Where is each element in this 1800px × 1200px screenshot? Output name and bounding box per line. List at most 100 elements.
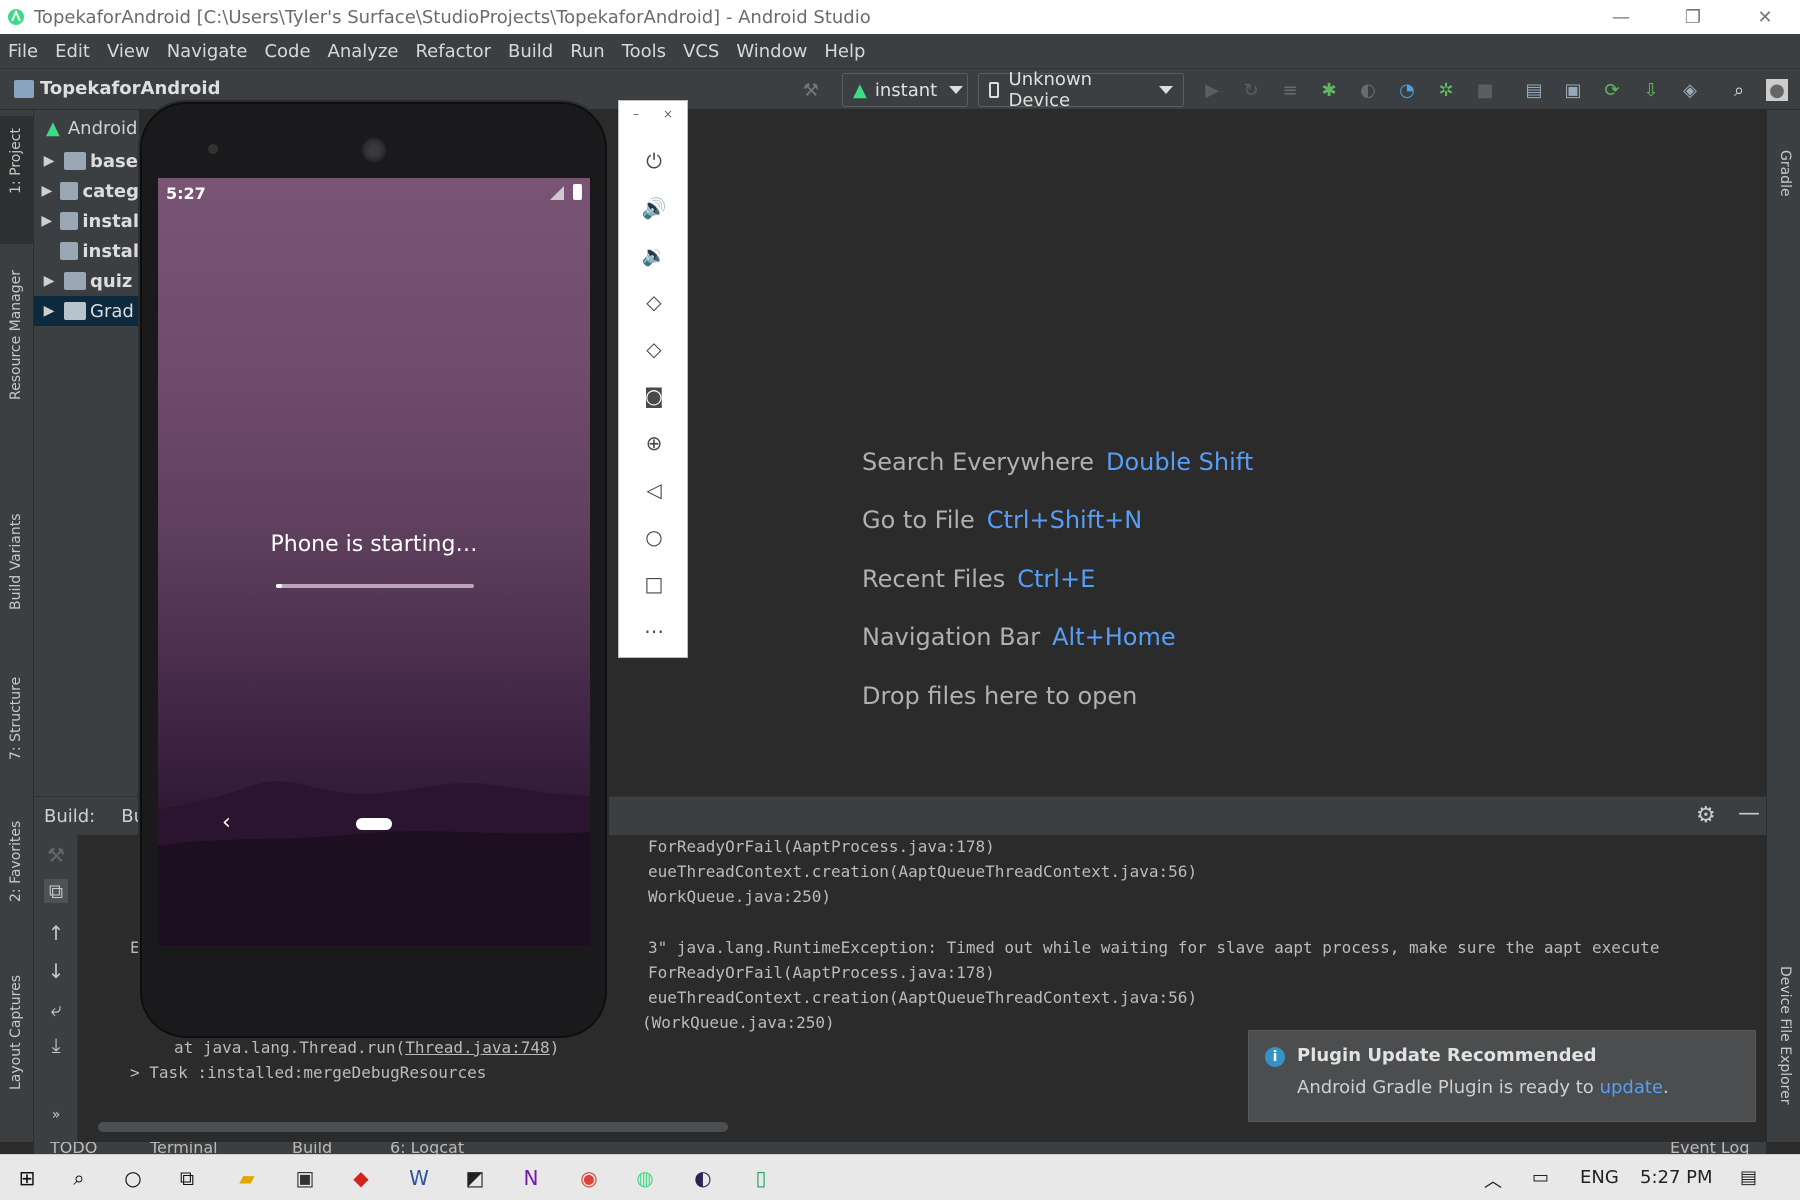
tree-item[interactable]: ▶ categ	[34, 176, 139, 206]
word-icon[interactable]: W	[404, 1163, 434, 1193]
horizontal-scrollbar[interactable]	[98, 1122, 728, 1132]
language-indicator[interactable]: ENG	[1580, 1167, 1619, 1188]
menu-navigate[interactable]: Navigate	[167, 41, 248, 62]
file-explorer-icon[interactable]: ▰	[232, 1163, 262, 1193]
expand-arrow-icon[interactable]: ▶	[34, 213, 60, 229]
back-icon[interactable]: ◁	[640, 476, 668, 504]
rotate-left-icon[interactable]: ◇	[640, 288, 668, 316]
menu-edit[interactable]: Edit	[55, 41, 90, 62]
volume-up-icon[interactable]: 🔊	[640, 194, 668, 222]
search-icon[interactable]: ⌕	[64, 1163, 94, 1193]
run-icon[interactable]: ▶	[1201, 79, 1223, 101]
sticky-notes-icon[interactable]: ◩	[460, 1163, 490, 1193]
chrome-icon[interactable]: ◉	[574, 1163, 604, 1193]
menu-help[interactable]: Help	[824, 41, 865, 62]
tab-build-variants[interactable]: Build Variants	[8, 513, 24, 610]
menu-analyze[interactable]: Analyze	[328, 41, 399, 62]
tab-layout-captures[interactable]: Layout Captures	[8, 975, 24, 1090]
layout-inspector-icon[interactable]: ◈	[1679, 79, 1701, 101]
clock[interactable]: 5:27 PM	[1640, 1167, 1713, 1188]
tree-item[interactable]: instal	[34, 236, 139, 266]
more-options-icon[interactable]: ⋯	[640, 617, 668, 645]
menu-window[interactable]: Window	[736, 41, 807, 62]
emulator-taskbar-icon[interactable]: ▯	[746, 1163, 776, 1193]
minimize-button[interactable]: —	[1588, 0, 1654, 34]
emulator-close-button[interactable]: ×	[663, 107, 673, 121]
avd-manager-icon[interactable]: ▣	[1562, 79, 1584, 101]
device-select[interactable]: Unknown Device	[978, 69, 1184, 111]
power-icon[interactable]: ⏻	[640, 147, 668, 175]
debug-icon[interactable]: ✱	[1318, 79, 1340, 101]
tree-item[interactable]: ▶ quiz	[34, 266, 139, 296]
expand-arrow-icon[interactable]: ▶	[34, 303, 64, 319]
hammer-icon[interactable]: ⚒	[44, 843, 68, 867]
tab-logcat[interactable]: 6: Logcat	[390, 1142, 464, 1154]
battery-icon[interactable]: ▭	[1532, 1167, 1549, 1188]
close-button[interactable]: ✕	[1732, 0, 1798, 34]
tab-structure[interactable]: 7: Structure	[8, 677, 24, 760]
user-icon[interactable]: ●	[1766, 79, 1788, 101]
project-structure-icon[interactable]: ▤	[1523, 79, 1545, 101]
update-link[interactable]: update	[1600, 1077, 1663, 1098]
expand-arrow-icon[interactable]: ▶	[34, 273, 64, 289]
attach-debugger-icon[interactable]: ✲	[1435, 79, 1457, 101]
menu-vcs[interactable]: VCS	[683, 41, 719, 62]
tab-todo[interactable]: TODO	[50, 1142, 97, 1154]
scroll-to-end-icon[interactable]: ⤓	[44, 1033, 68, 1057]
stop-icon[interactable]: ■	[1474, 79, 1496, 101]
more-icon[interactable]: »	[44, 1107, 68, 1131]
tree-item[interactable]: ▶ Grad	[34, 296, 139, 326]
rotate-right-icon[interactable]: ◇	[640, 335, 668, 363]
run-config-select[interactable]: ▲ instant	[842, 73, 968, 107]
menu-tools[interactable]: Tools	[622, 41, 666, 62]
sync-gradle-icon[interactable]: ⟳	[1601, 79, 1623, 101]
onenote-icon[interactable]: N	[516, 1163, 546, 1193]
nav-home-pill[interactable]	[356, 818, 392, 830]
nav-back-icon[interactable]: ‹	[222, 810, 231, 835]
apply-changes-icon[interactable]: ↻	[1240, 79, 1262, 101]
emulator-minimize-button[interactable]: –	[633, 107, 639, 121]
android-studio-taskbar-icon[interactable]: ◍	[630, 1163, 660, 1193]
windows-start-icon[interactable]: ⊞	[12, 1163, 42, 1193]
project-view-header[interactable]: ▲ Android	[34, 110, 139, 146]
menu-view[interactable]: View	[107, 41, 150, 62]
home-icon[interactable]: ○	[640, 523, 668, 551]
stacktrace-link[interactable]: Thread.java:748	[405, 1038, 550, 1057]
tree-item[interactable]: ▶ instal	[34, 206, 139, 236]
notifications-icon[interactable]: ▤	[1740, 1167, 1757, 1188]
menu-build[interactable]: Build	[508, 41, 553, 62]
tab-favorites[interactable]: 2: Favorites	[8, 821, 24, 902]
coverage-icon[interactable]: ◐	[1357, 79, 1379, 101]
search-icon[interactable]: ⌕	[1728, 79, 1750, 101]
expand-arrow-icon[interactable]: ▶	[34, 183, 60, 199]
sdk-manager-icon[interactable]: ⇩	[1640, 79, 1662, 101]
expand-arrow-icon[interactable]: ▶	[34, 153, 64, 169]
tab-gradle[interactable]: Gradle	[1777, 150, 1793, 197]
arrow-up-icon[interactable]: ↑	[44, 921, 68, 945]
store-icon[interactable]: ▣	[290, 1163, 320, 1193]
tab-event-log[interactable]: Event Log	[1670, 1142, 1750, 1154]
cortana-icon[interactable]: ○	[118, 1163, 148, 1193]
tab-terminal[interactable]: Terminal	[150, 1142, 218, 1154]
restore-button[interactable]: ❐	[1660, 0, 1726, 34]
acrobat-icon[interactable]: ◆	[346, 1163, 376, 1193]
menu-refactor[interactable]: Refactor	[415, 41, 491, 62]
arrow-down-icon[interactable]: ↓	[44, 959, 68, 983]
zoom-icon[interactable]: ⊕	[640, 429, 668, 457]
minimize-panel-icon[interactable]: —	[1738, 801, 1760, 826]
soft-wrap-icon[interactable]: ⤶	[44, 997, 68, 1021]
tab-build[interactable]: Build	[292, 1142, 332, 1154]
apply-code-changes-icon[interactable]: ≡	[1279, 79, 1301, 101]
breadcrumb[interactable]: TopekaforAndroid	[14, 78, 220, 99]
chevron-up-icon[interactable]: ︿	[1484, 1167, 1502, 1193]
tree-item[interactable]: ▶ base	[34, 146, 139, 176]
overview-icon[interactable]: □	[640, 570, 668, 598]
menu-run[interactable]: Run	[570, 41, 605, 62]
eclipse-icon[interactable]: ◐	[688, 1163, 718, 1193]
gear-icon[interactable]: ⚙	[1696, 803, 1716, 828]
menu-code[interactable]: Code	[264, 41, 310, 62]
tab-device-file-explorer[interactable]: Device File Explorer	[1777, 966, 1793, 1105]
screenshot-icon[interactable]: ◙	[640, 382, 668, 410]
tab-resource-manager[interactable]: Resource Manager	[8, 270, 24, 400]
profile-icon[interactable]: ◔	[1396, 79, 1418, 101]
